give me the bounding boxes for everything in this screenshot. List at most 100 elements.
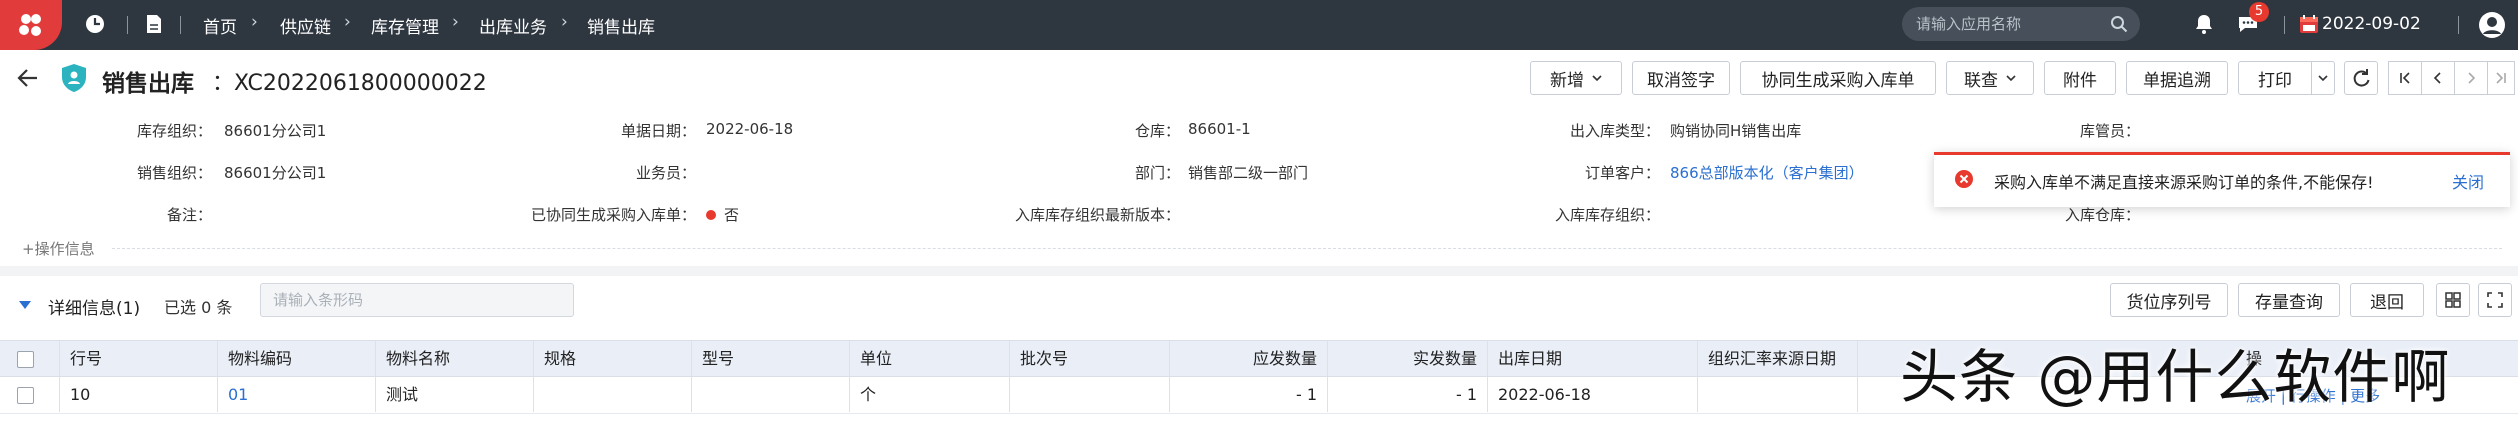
cell-unit: 个	[850, 377, 1010, 412]
cell-material-code[interactable]: 01	[218, 377, 376, 412]
grid-icon	[2445, 292, 2461, 308]
flower-logo-icon	[19, 14, 41, 36]
row-checkbox[interactable]	[17, 387, 34, 404]
breadcrumb-home[interactable]: 首页	[203, 13, 237, 38]
bell-icon[interactable]	[2193, 13, 2215, 35]
chevron-right-icon	[2468, 72, 2476, 84]
last-page-icon	[2496, 72, 2506, 84]
grid-view-button[interactable]	[2436, 283, 2470, 317]
divider	[2284, 16, 2285, 34]
refresh-button[interactable]	[2344, 61, 2378, 95]
detail-section-header: 详细信息(1) 已选 0 条 货位序列号 存量查询 退回	[0, 276, 2518, 334]
header-model[interactable]: 型号	[692, 341, 850, 376]
doc-date-label: 单据日期：	[620, 122, 696, 140]
cell-due-qty: - 1	[1170, 377, 1328, 412]
print-button[interactable]: 打印	[2238, 61, 2312, 95]
divider	[180, 16, 181, 34]
first-page-icon	[2400, 72, 2410, 84]
breadcrumb-separator-icon: ›	[452, 12, 459, 32]
error-icon	[1955, 170, 1973, 188]
warehouse-keeper-label: 库管员：	[2079, 122, 2140, 140]
first-record-button[interactable]	[2388, 61, 2422, 95]
section-gap	[0, 266, 2518, 276]
cancel-sign-button[interactable]: 取消签字	[1632, 61, 1730, 95]
sales-org-value[interactable]: 86601分公司1	[224, 162, 326, 183]
stock-query-button[interactable]: 存量查询	[2238, 283, 2340, 317]
app-logo[interactable]	[0, 0, 62, 50]
cell-rate-source-date	[1698, 377, 1858, 412]
previous-record-button[interactable]	[2421, 61, 2455, 95]
remark-label: 备注：	[166, 206, 212, 224]
app-search-input[interactable]	[1916, 13, 2096, 35]
breadcrumb-current: 销售出库	[587, 18, 655, 38]
breadcrumb-supply-chain[interactable]: 供应链	[280, 13, 331, 38]
toast-message: 采购入库单不满足直接来源采购订单的条件,不能保存!	[1994, 173, 2374, 192]
status-dot-icon	[706, 210, 716, 220]
chevron-left-icon	[2433, 72, 2441, 84]
cell-model	[692, 377, 850, 412]
generate-purchase-inbound-button[interactable]: 协同生成采购入库单	[1740, 61, 1936, 95]
inout-type-value[interactable]: 购销协同H销售出库	[1670, 120, 1801, 141]
header-material-code[interactable]: 物料编码	[218, 341, 376, 376]
add-dropdown-button[interactable]: 新增	[1530, 61, 1622, 95]
cell-batch	[1010, 377, 1170, 412]
header-unit[interactable]: 单位	[850, 341, 1010, 376]
page-title: 销售出库	[102, 71, 194, 97]
department-value[interactable]: 销售部二级一部门	[1188, 162, 1308, 183]
doc-date-value[interactable]: 2022-06-18	[706, 120, 793, 138]
inventory-org-value[interactable]: 86601分公司1	[224, 120, 326, 141]
collapse-triangle-icon[interactable]	[18, 298, 32, 312]
salesman-label: 业务员：	[635, 164, 696, 182]
return-button[interactable]: 退回	[2350, 283, 2424, 317]
divider	[2458, 16, 2459, 34]
cell-actual-qty: - 1	[1328, 377, 1488, 412]
message-count-badge: 5	[2249, 2, 2269, 22]
header-actual-qty[interactable]: 实发数量	[1328, 341, 1488, 376]
row-select-cell	[0, 377, 60, 412]
breadcrumb-separator-icon: ›	[561, 12, 568, 32]
document-trace-button[interactable]: 单据追溯	[2126, 61, 2228, 95]
document-icon[interactable]	[143, 13, 165, 35]
user-avatar-icon[interactable]	[2478, 11, 2506, 39]
attachment-button[interactable]: 附件	[2044, 61, 2116, 95]
last-record-button[interactable]	[2487, 61, 2515, 95]
warehouse-value[interactable]: 86601-1	[1188, 120, 1251, 138]
barcode-input[interactable]	[261, 284, 573, 316]
chevron-down-icon	[2006, 75, 2016, 82]
app-search-box[interactable]	[1902, 7, 2140, 41]
fullscreen-button[interactable]	[2478, 283, 2512, 317]
expand-icon	[2487, 292, 2503, 308]
header-out-date[interactable]: 出库日期	[1488, 341, 1698, 376]
generated-purchase-inbound-label: 已协同生成采购入库单：	[530, 206, 696, 224]
header-select-all-cell	[0, 341, 60, 376]
back-arrow-icon[interactable]	[16, 66, 40, 90]
order-customer-link[interactable]: 866总部版本化（客户集团）	[1670, 162, 1864, 183]
header-material-name[interactable]: 物料名称	[376, 341, 534, 376]
inout-type-label: 出入库类型：	[1569, 122, 1660, 140]
divider	[127, 16, 128, 34]
header-rate-source-date[interactable]: 组织汇率来源日期	[1698, 341, 1858, 376]
link-query-dropdown-button[interactable]: 联查	[1946, 61, 2034, 95]
barcode-field[interactable]	[260, 283, 574, 317]
document-number: ：XC2022061800000022	[212, 71, 487, 96]
header-due-qty[interactable]: 应发数量	[1170, 341, 1328, 376]
watermark-text: 头条 @用什么软件啊	[1900, 343, 2451, 411]
toast-close-link[interactable]: 关闭	[2452, 169, 2484, 193]
header-spec[interactable]: 规格	[534, 341, 692, 376]
select-all-checkbox[interactable]	[17, 351, 34, 368]
breadcrumb-outbound[interactable]: 出库业务	[479, 13, 547, 38]
add-button-label: 新增	[1550, 70, 1584, 91]
print-dropdown-button[interactable]	[2311, 61, 2335, 95]
breadcrumb-separator-icon: ›	[251, 12, 258, 32]
breadcrumb-inventory[interactable]: 库存管理	[371, 13, 439, 38]
location-serial-button[interactable]: 货位序列号	[2110, 283, 2228, 317]
breadcrumb-separator-icon: ›	[344, 12, 351, 32]
department-label: 部门：	[1134, 164, 1180, 182]
search-icon[interactable]	[2110, 15, 2128, 33]
operation-info-toggle[interactable]: +操作信息	[22, 238, 95, 259]
header-row-no[interactable]: 行号	[60, 341, 218, 376]
header-batch[interactable]: 批次号	[1010, 341, 1170, 376]
next-record-button[interactable]	[2454, 61, 2488, 95]
calendar-icon[interactable]	[2298, 13, 2320, 35]
clock-icon[interactable]	[84, 13, 106, 35]
